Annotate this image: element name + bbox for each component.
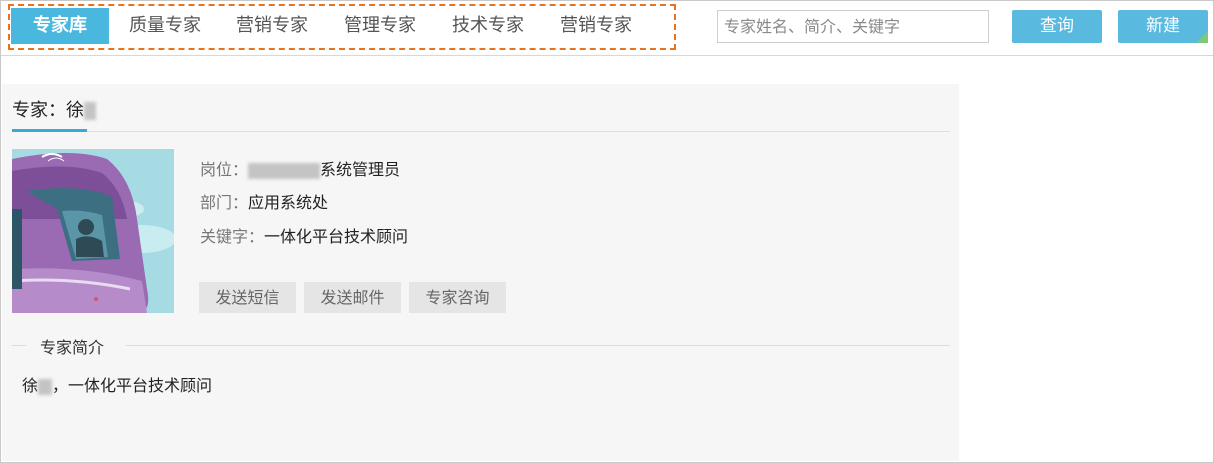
title-divider: [12, 131, 950, 132]
send-email-button[interactable]: 发送邮件: [304, 282, 401, 313]
redacted-intro-name: [38, 378, 53, 395]
redacted-org: [248, 162, 321, 179]
keyword-value: 一体化平台技术顾问: [264, 227, 409, 246]
search-input[interactable]: [717, 10, 989, 43]
new-button[interactable]: 新建: [1118, 10, 1208, 43]
new-button-label: 新建: [1146, 16, 1180, 36]
top-bar: 专家库 质量专家 营销专家 管理专家 技术专家 营销专家 查询 新建: [1, 1, 1213, 56]
tab-management-experts[interactable]: 管理专家: [331, 8, 429, 44]
corner-marker-icon: [1196, 31, 1208, 43]
department-row: 部门：应用系统处: [200, 189, 328, 213]
position-label: 岗位：: [200, 160, 249, 179]
tab-expert-library[interactable]: 专家库: [11, 8, 109, 44]
expert-title-text: 专家：徐: [12, 100, 84, 121]
title-active-underline: [12, 129, 87, 132]
position-row: 岗位： 系统管理员: [200, 156, 400, 180]
tab-marketing-experts-2[interactable]: 营销专家: [547, 8, 645, 44]
tab-marketing-experts[interactable]: 营销专家: [223, 8, 321, 44]
redacted-name: [84, 102, 96, 120]
expert-title: 专家：徐: [12, 96, 96, 122]
intro-heading: 专家简介: [38, 334, 107, 358]
send-sms-button[interactable]: 发送短信: [199, 282, 296, 313]
query-button[interactable]: 查询: [1012, 10, 1102, 43]
keyword-label: 关键字：: [200, 227, 265, 246]
intro-name: 徐: [22, 376, 39, 395]
department-label: 部门：: [200, 193, 249, 212]
tab-quality-experts[interactable]: 质量专家: [116, 8, 214, 44]
expert-detail-panel: 专家：徐 岗位： 系统管理员 部门：应用系统处 关键字：一体化平台技术顾问 发送…: [2, 84, 959, 461]
intro-text: 徐 ，一体化平台技术顾问: [22, 372, 212, 396]
expert-photo: [12, 149, 174, 313]
department-value: 应用系统处: [248, 193, 329, 212]
expert-consult-button[interactable]: 专家咨询: [409, 282, 506, 313]
position-value: 系统管理员: [320, 160, 401, 179]
tab-technical-experts[interactable]: 技术专家: [439, 8, 537, 44]
intro-divider-left: [12, 345, 26, 346]
keyword-row: 关键字：一体化平台技术顾问: [200, 223, 408, 247]
intro-divider-right: [126, 345, 950, 346]
intro-description: ，一体化平台技术顾问: [52, 376, 213, 395]
